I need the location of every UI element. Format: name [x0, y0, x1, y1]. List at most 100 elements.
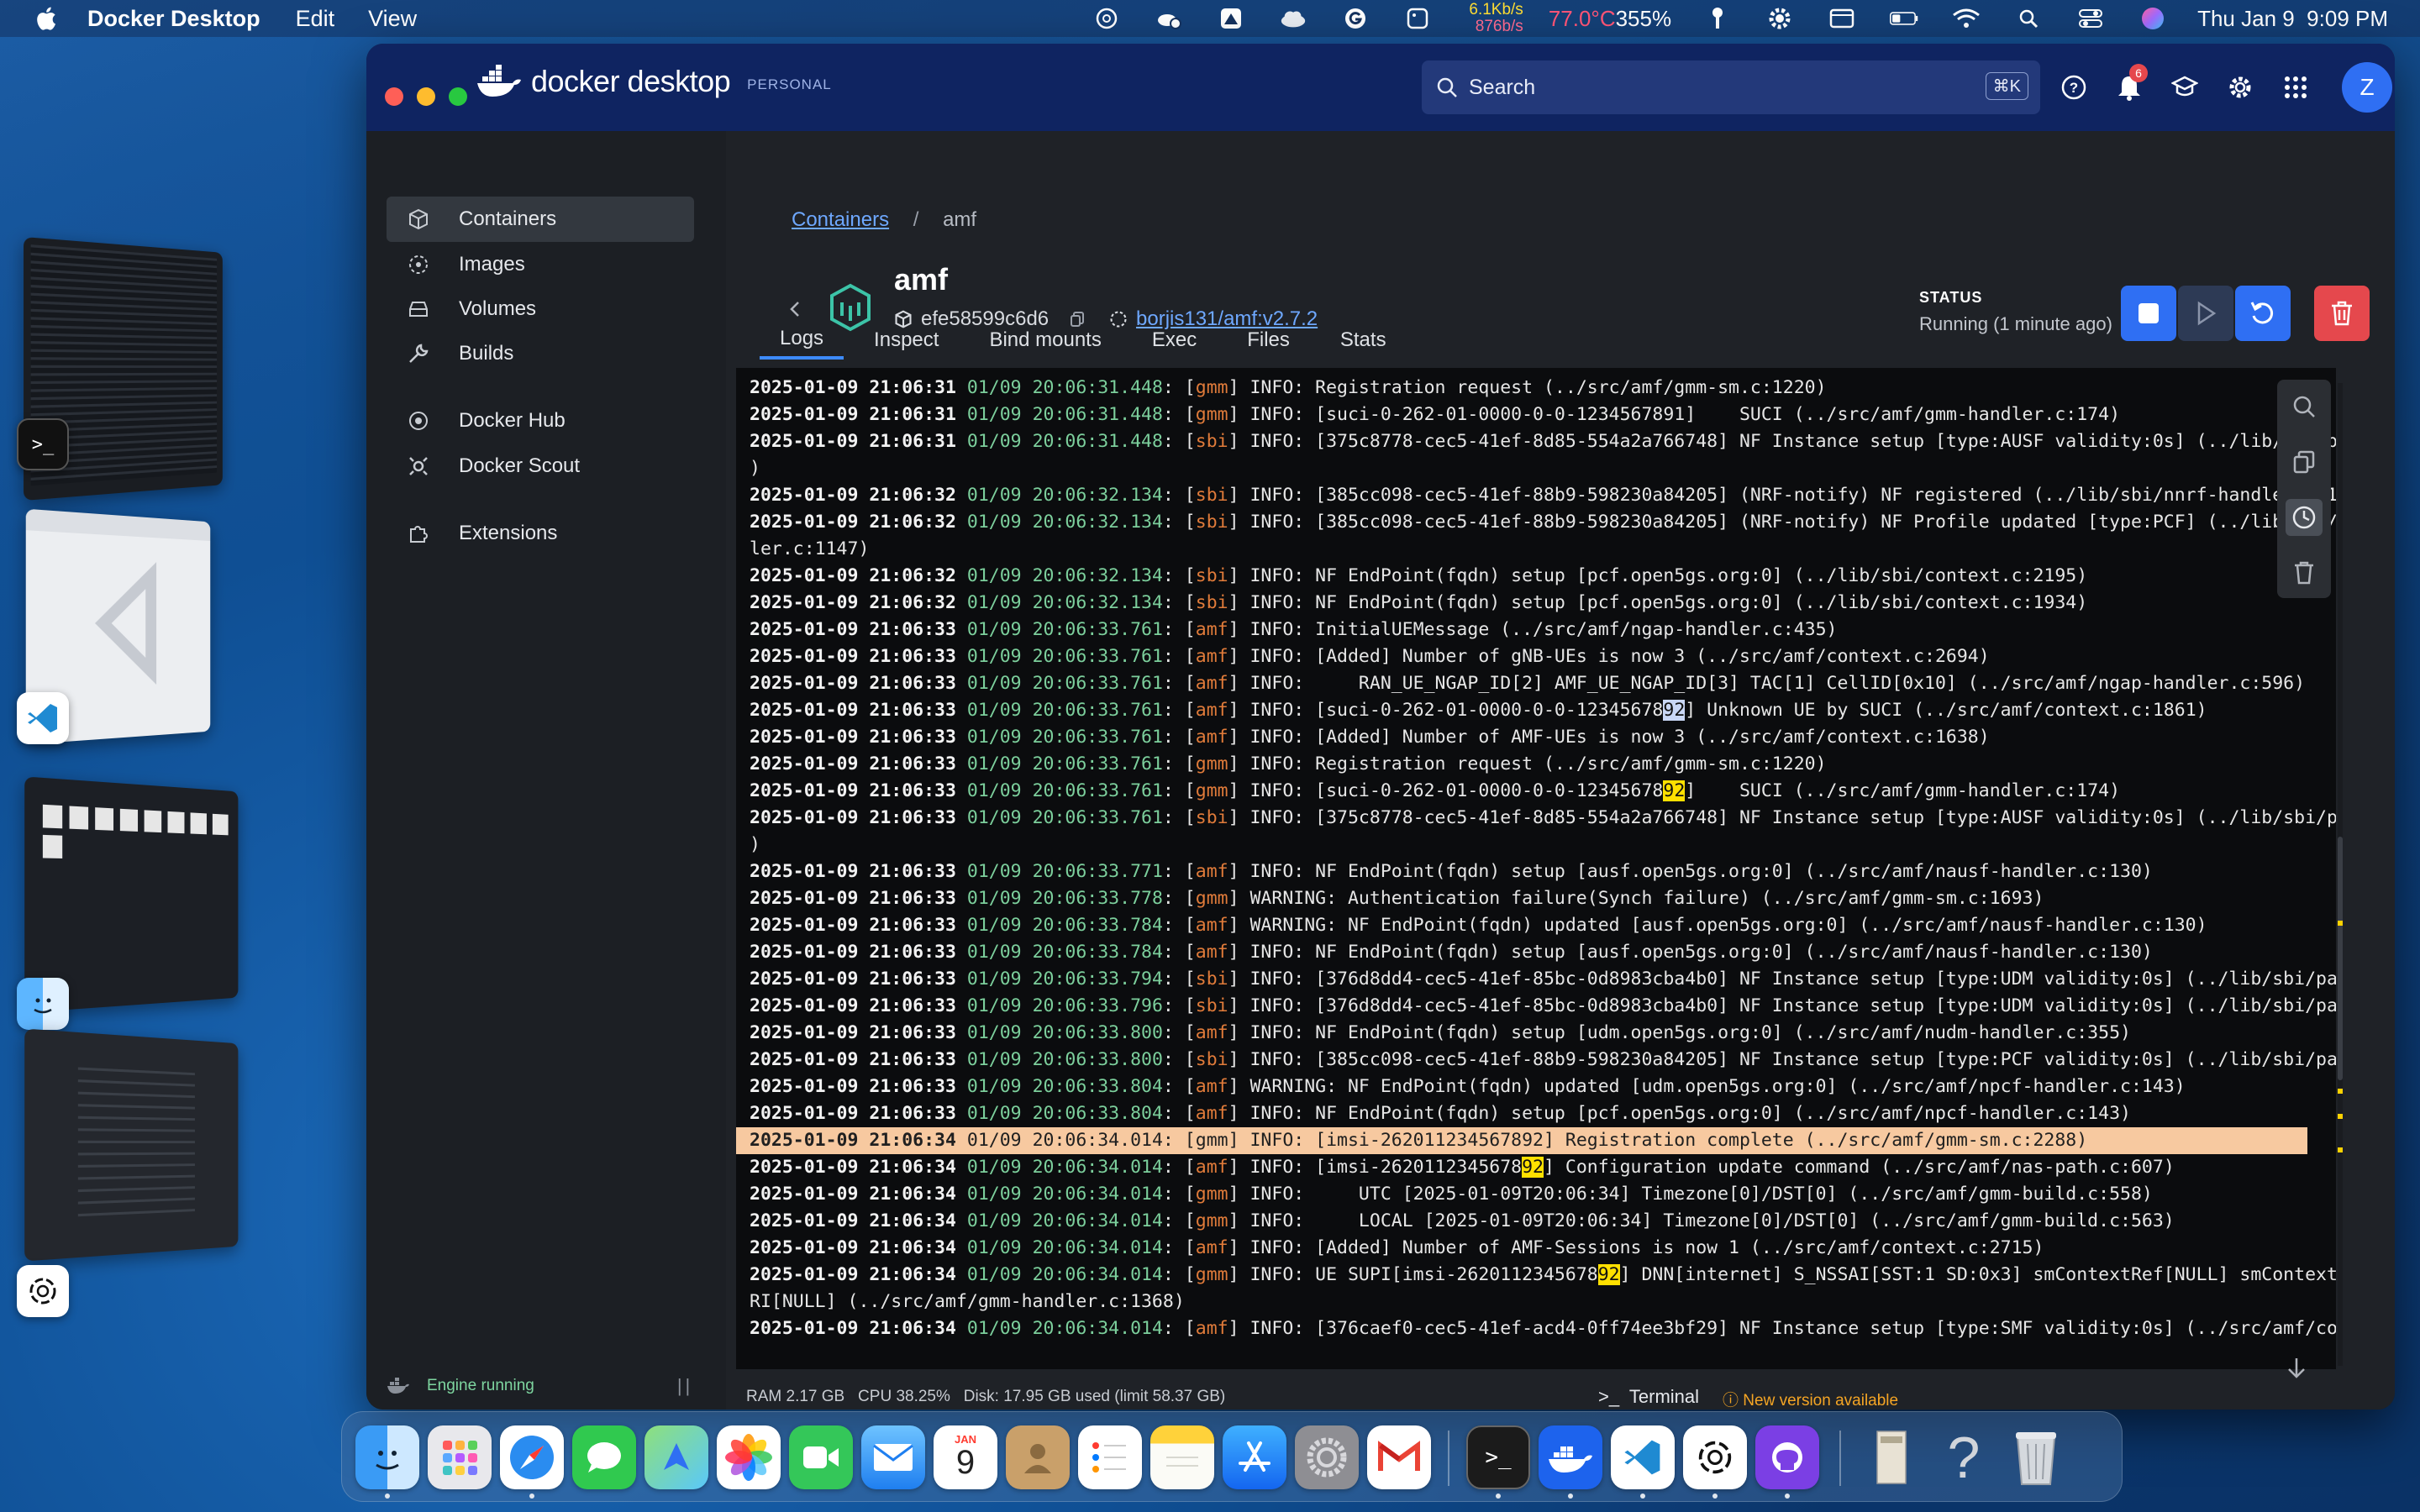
delete-button[interactable]	[2314, 286, 2370, 341]
dock-contacts-icon[interactable]	[1006, 1425, 1070, 1489]
spotlight-search-icon[interactable]	[2014, 6, 2043, 31]
start-button[interactable]	[2178, 286, 2233, 341]
mountain-app-icon[interactable]	[1217, 6, 1245, 31]
log-timestamp: 2025-01-09 21:06:33	[750, 1049, 956, 1070]
weather-alert-icon[interactable]	[1155, 6, 1183, 31]
tab-exec[interactable]: Exec	[1132, 321, 1217, 360]
dock-help-icon[interactable]: ?	[1932, 1425, 1996, 1489]
clear-logs-trash-icon[interactable]	[2286, 554, 2323, 591]
apple-logo-icon[interactable]	[34, 5, 57, 32]
dock-mail-icon[interactable]	[861, 1425, 925, 1489]
breadcrumb-current: amf	[943, 208, 977, 231]
log-app-time: 01/09 20:06:33.794	[966, 969, 1163, 990]
dock-terminal-icon[interactable]: >_	[1466, 1425, 1530, 1489]
timestamps-clock-icon[interactable]	[2286, 499, 2323, 536]
log-search-icon[interactable]	[2286, 388, 2323, 425]
dock-trash-icon[interactable]	[2004, 1425, 2068, 1489]
restart-button[interactable]	[2235, 286, 2291, 341]
log-output[interactable]: 2025-01-09 21:06:31 01/09 20:06:31.448: …	[736, 368, 2336, 1369]
tab-logs[interactable]: Logs	[760, 321, 844, 360]
help-icon[interactable]: ?	[2059, 72, 2089, 102]
finder-app-icon[interactable]	[17, 978, 69, 1030]
search-bar[interactable]: Search ⌘K	[1422, 60, 2040, 114]
log-line: 2025-01-09 21:06:32 01/09 20:06:32.134: …	[750, 565, 2088, 586]
gear-menu-icon[interactable]	[1765, 6, 1794, 31]
dock-documents-stack-icon[interactable]	[1860, 1425, 1923, 1489]
sidebar-item-images[interactable]: Images	[387, 242, 694, 287]
sidebar-item-extensions[interactable]: Extensions	[387, 511, 694, 556]
dock-reminders-icon[interactable]	[1078, 1425, 1142, 1489]
dock-system-settings-icon[interactable]	[1295, 1425, 1359, 1489]
grammarly-icon[interactable]	[1341, 6, 1370, 31]
terminal-app-icon[interactable]: >_	[17, 418, 69, 470]
log-app-time: 01/09 20:06:34.014	[966, 1237, 1163, 1258]
sidebar-item-docker-scout[interactable]: Docker Scout	[387, 444, 694, 489]
breadcrumb: Containers / amf	[792, 208, 976, 232]
calendar-menu-icon[interactable]	[1828, 6, 1856, 31]
tab-files[interactable]: Files	[1227, 321, 1310, 360]
menu-edit[interactable]: Edit	[296, 6, 335, 32]
log-line: 2025-01-09 21:06:33 01/09 20:06:33.761: …	[750, 780, 2121, 801]
user-avatar[interactable]: Z	[2342, 62, 2392, 113]
dock-app-store-icon[interactable]	[1223, 1425, 1286, 1489]
scroll-to-bottom-icon[interactable]	[2286, 1356, 2307, 1383]
menu-view[interactable]: View	[368, 6, 417, 32]
dock-chatgpt-icon[interactable]	[1683, 1425, 1747, 1489]
chatgpt-app-icon[interactable]	[17, 1265, 69, 1317]
sidebar-item-containers[interactable]: Containers	[387, 197, 694, 242]
sidebar-item-builds[interactable]: Builds	[387, 331, 694, 376]
stop-button[interactable]	[2121, 286, 2176, 341]
siri-icon[interactable]	[2139, 6, 2167, 31]
terminal-button[interactable]: >_ Terminal	[1598, 1386, 1699, 1408]
dock-maps-icon[interactable]	[644, 1425, 708, 1489]
log-app-time: 01/09 20:06:31.448	[966, 404, 1163, 425]
log-line: RI[NULL] (../src/amf/gmm-handler.c:1368)	[750, 1291, 1185, 1312]
dock-docker-icon[interactable]	[1539, 1425, 1602, 1489]
maximize-window-button[interactable]	[449, 87, 467, 106]
pause-engine-icon[interactable]: ||	[677, 1375, 693, 1397]
control-center-icon[interactable]	[2076, 6, 2105, 31]
dock-photos-icon[interactable]	[717, 1425, 781, 1489]
dock-calendar-icon[interactable]: JAN 9	[934, 1425, 997, 1489]
dock-running-dot	[1785, 1494, 1790, 1499]
tab-bind-mounts[interactable]: Bind mounts	[969, 321, 1121, 360]
minimize-window-button[interactable]	[417, 87, 435, 106]
menu-app-name[interactable]: Docker Desktop	[87, 6, 260, 32]
dock-launchpad-icon[interactable]	[428, 1425, 492, 1489]
tab-inspect[interactable]: Inspect	[854, 321, 959, 360]
dock-safari-icon[interactable]	[500, 1425, 564, 1489]
battery-icon[interactable]	[1890, 6, 1918, 31]
back-chevron-icon[interactable]	[786, 299, 803, 323]
learning-center-icon[interactable]	[2170, 72, 2200, 102]
engine-status[interactable]: Engine running || ⋮	[387, 1375, 749, 1397]
new-version-notice[interactable]: ⓘ New version available	[1723, 1388, 1898, 1410]
breadcrumb-containers-link[interactable]: Containers	[792, 208, 889, 231]
log-line: 2025-01-09 21:06:34 01/09 20:06:34.014: …	[750, 1157, 2175, 1178]
clock[interactable]: Thu Jan 9 9:09 PM	[2197, 6, 2388, 32]
log-line: 2025-01-09 21:06:33 01/09 20:06:33.761: …	[750, 619, 1838, 640]
log-module: gmm	[1195, 753, 1228, 774]
key-icon[interactable]	[1703, 6, 1732, 31]
dock-notes-icon[interactable]	[1150, 1425, 1214, 1489]
cloud-icon[interactable]	[1279, 6, 1307, 31]
dock-github-desktop-icon[interactable]	[1755, 1425, 1819, 1489]
dock-gmail-icon[interactable]	[1367, 1425, 1431, 1489]
vscode-app-icon[interactable]	[17, 692, 69, 744]
wifi-icon[interactable]	[1952, 6, 1981, 31]
status-label: STATUS	[1919, 289, 1983, 306]
copy-logs-icon[interactable]	[2286, 444, 2323, 480]
dock-facetime-icon[interactable]	[789, 1425, 853, 1489]
dock-vscode-icon[interactable]	[1611, 1425, 1675, 1489]
tab-stats[interactable]: Stats	[1320, 321, 1407, 360]
chatgpt-menu-icon[interactable]	[1092, 6, 1121, 31]
apps-grid-icon[interactable]	[2281, 72, 2311, 102]
sidebar-item-volumes[interactable]: Volumes	[387, 286, 694, 332]
stage-thumb-chatgpt[interactable]	[24, 1028, 239, 1262]
settings-gear-icon[interactable]	[2225, 72, 2255, 102]
window-app-icon[interactable]	[1403, 6, 1432, 31]
close-window-button[interactable]	[385, 87, 403, 106]
dock-finder-icon[interactable]	[355, 1425, 419, 1489]
sidebar-item-docker-hub[interactable]: Docker Hub	[387, 398, 694, 444]
log-scrollbar[interactable]	[2338, 383, 2343, 1366]
dock-messages-icon[interactable]	[572, 1425, 636, 1489]
